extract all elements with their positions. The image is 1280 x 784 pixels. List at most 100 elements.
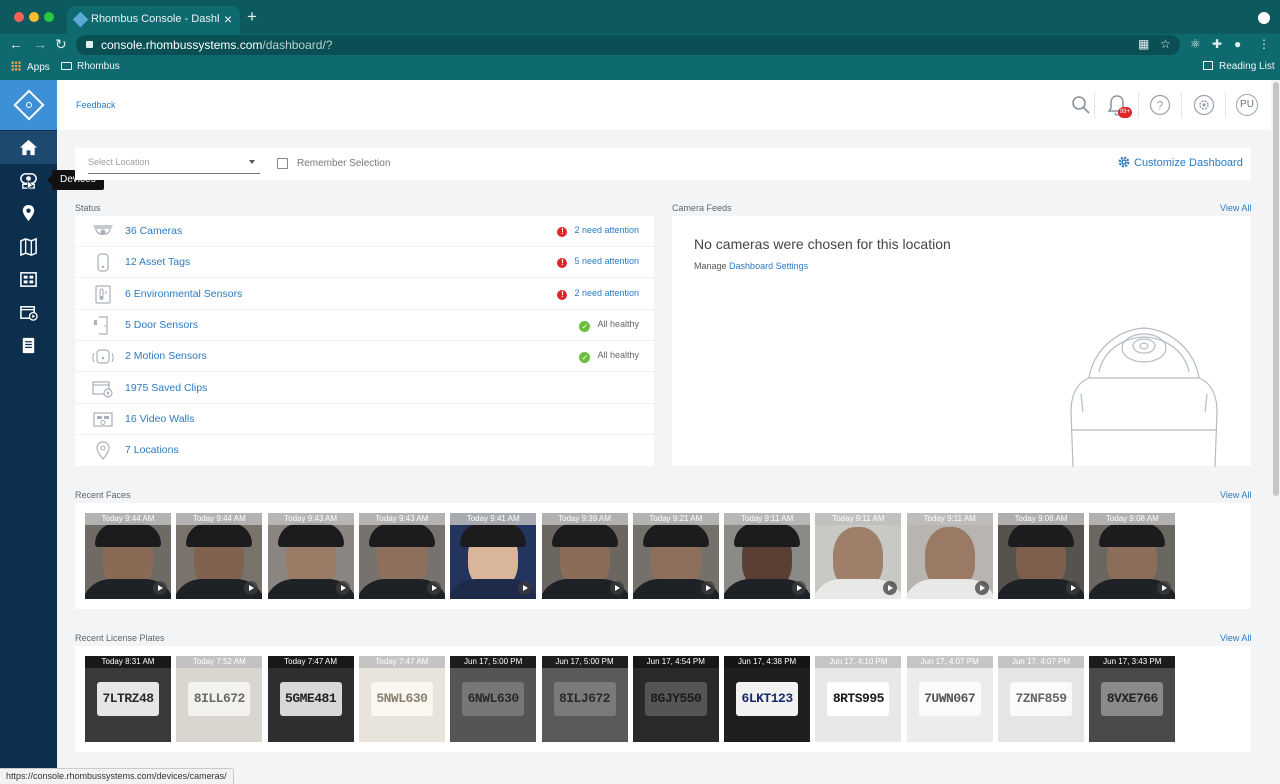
plate-thumbnail[interactable]: 8RTS995 Jun 17, 4:10 PM (815, 656, 902, 742)
play-icon[interactable] (792, 581, 807, 595)
qr-code-icon[interactable]: ▦ (1138, 37, 1149, 51)
status-row-label[interactable]: 6 Environmental Sensors (125, 288, 242, 300)
forward-icon[interactable]: → (33, 36, 47, 52)
face-thumbnail[interactable]: Today 9:11 AM (906, 513, 993, 599)
url-text: console.rhombussystems.com/dashboard/? (101, 38, 333, 52)
status-row[interactable]: 36 Cameras ! 2 need attention (75, 216, 654, 247)
minimize-window-button[interactable] (29, 12, 39, 22)
dashboard-settings-link[interactable]: Dashboard Settings (729, 261, 808, 271)
plate-thumbnail[interactable]: 7UWN067 Jun 17, 4:07 PM (906, 656, 993, 742)
plate-thumbnail[interactable]: 7LTRZ48 Today 8:31 AM (85, 656, 171, 742)
plate-number: 8GJY550 (644, 682, 707, 716)
status-row-label[interactable]: 36 Cameras (125, 225, 182, 237)
face-thumbnail[interactable]: Today 9:11 AM (815, 513, 902, 599)
status-row-label[interactable]: 2 Motion Sensors (125, 350, 207, 362)
camera-feeds-view-all-link[interactable]: View All (1220, 203, 1251, 213)
recent-plates-view-all-link[interactable]: View All (1220, 633, 1251, 643)
status-row-label[interactable]: 16 Video Walls (125, 413, 194, 425)
remember-selection-checkbox[interactable] (277, 158, 288, 169)
page-scrollbar-thumb[interactable] (1273, 82, 1279, 496)
play-icon[interactable] (426, 581, 441, 595)
more-menu-icon[interactable]: ⋮ (1258, 37, 1270, 51)
status-row-label[interactable]: 12 Asset Tags (125, 256, 190, 268)
close-window-button[interactable] (14, 12, 24, 22)
status-row-label[interactable]: 7 Locations (125, 444, 179, 456)
status-row[interactable]: 7 Locations (75, 435, 654, 466)
status-row[interactable]: 2 Motion Sensors ✓ All healthy (75, 341, 654, 373)
remember-selection-label[interactable]: Remember Selection (297, 158, 390, 169)
sidebar-item-video-walls[interactable] (0, 263, 57, 296)
location-select[interactable]: Select Location (88, 157, 260, 174)
bookmark-apps[interactable]: Apps (11, 61, 50, 73)
play-icon[interactable] (1066, 581, 1080, 595)
new-tab-icon[interactable]: + (247, 7, 257, 27)
feedback-link[interactable]: Feedback (76, 100, 116, 110)
play-icon[interactable] (153, 581, 167, 595)
face-thumbnail[interactable]: Today 9:08 AM (1089, 513, 1176, 599)
status-row[interactable]: 5 Door Sensors ✓ All healthy (75, 310, 654, 341)
customize-dashboard-button[interactable]: Customize Dashboard (1118, 156, 1243, 169)
play-icon[interactable] (609, 581, 624, 595)
video-wall-icon (93, 412, 113, 427)
plate-thumbnail[interactable]: 5GME481 Today 7:47 AM (267, 656, 354, 742)
status-attention-link[interactable]: ! 2 need attention (557, 288, 639, 300)
bookmark-star-icon[interactable]: ☆ (1160, 37, 1171, 51)
plate-thumbnail[interactable]: 6LKT123 Jun 17, 4:38 PM (724, 656, 811, 742)
status-attention-link[interactable]: ! 5 need attention (557, 256, 639, 269)
status-row[interactable]: 6 Environmental Sensors ! 2 need attention (75, 279, 654, 310)
status-row-label[interactable]: 1975 Saved Clips (125, 382, 207, 394)
sidebar-item-map[interactable] (0, 230, 57, 263)
face-thumbnail[interactable]: Today 9:44 AM (85, 513, 171, 599)
app-header: Feedback 99+ ? PU (57, 80, 1271, 130)
face-thumbnail[interactable]: Today 9:08 AM (998, 513, 1084, 599)
plate-thumbnail[interactable]: 8ILJ672 Jun 17, 5:00 PM (541, 656, 628, 742)
plate-thumbnail[interactable]: 8GJY550 Jun 17, 4:54 PM (632, 656, 719, 742)
face-thumbnail[interactable]: Today 9:39 AM (541, 513, 628, 599)
browser-toolbar: ← → ↻ console.rhombussystems.com/dashboa… (0, 34, 1280, 56)
reload-icon[interactable]: ↻ (55, 36, 67, 53)
face-thumbnail[interactable]: Today 9:43 AM (358, 513, 445, 599)
plate-thumbnail[interactable]: 5NWL630 Today 7:47 AM (358, 656, 445, 742)
play-icon[interactable] (974, 581, 989, 595)
thumbnail-timestamp: Today 9:44 AM (85, 513, 171, 525)
back-icon[interactable]: ← (9, 36, 23, 52)
user-avatar[interactable]: PU (1236, 94, 1258, 116)
environmental-sensor-icon (95, 284, 111, 304)
face-thumbnail[interactable]: Today 9:43 AM (267, 513, 354, 599)
status-attention-link[interactable]: ! 2 need attention (557, 225, 639, 237)
sidebar-item-saved-clips[interactable] (0, 296, 57, 329)
play-icon[interactable] (700, 581, 715, 595)
search-icon[interactable] (1070, 94, 1092, 116)
plate-thumbnail[interactable]: 8ILL672 Today 7:52 AM (176, 656, 263, 742)
puzzle-extensions-icon[interactable]: ✚ (1212, 37, 1222, 51)
plate-thumbnail[interactable]: 8VXE766 Jun 17, 3:43 PM (1089, 656, 1176, 742)
play-icon[interactable] (335, 581, 350, 595)
tab-close-icon[interactable]: × (224, 11, 232, 27)
sidebar-item-reports[interactable] (0, 329, 57, 362)
sidebar-item-locations[interactable] (0, 197, 57, 230)
status-row-label[interactable]: 5 Door Sensors (125, 319, 198, 331)
sidebar-item-home[interactable] (0, 131, 57, 164)
settings-gear-icon[interactable] (1193, 94, 1215, 116)
help-icon[interactable]: ? (1149, 94, 1171, 116)
tab-search-icon[interactable] (1258, 12, 1270, 24)
face-thumbnail[interactable]: Today 9:41 AM (450, 513, 537, 599)
reading-list-button[interactable]: Reading List (1203, 61, 1275, 72)
plate-thumbnail[interactable]: 7ZNF859 Jun 17, 4:07 PM (998, 656, 1084, 742)
plate-thumbnail[interactable]: 6NWL630 Jun 17, 5:00 PM (450, 656, 537, 742)
status-row[interactable]: 12 Asset Tags ! 5 need attention (75, 247, 654, 279)
profile-icon[interactable]: ● (1234, 37, 1241, 51)
status-row[interactable]: 16 Video Walls (75, 404, 654, 435)
status-row[interactable]: 1975 Saved Clips (75, 373, 654, 404)
face-thumbnail[interactable]: Today 9:21 AM (632, 513, 719, 599)
bookmark-rhombus[interactable]: Rhombus (61, 61, 120, 72)
rhombus-logo[interactable] (0, 80, 57, 130)
face-thumbnail[interactable]: Today 9:11 AM (724, 513, 811, 599)
zoom-window-button[interactable] (44, 12, 54, 22)
recent-faces-view-all-link[interactable]: View All (1220, 490, 1251, 500)
thumbnail-timestamp: Jun 17, 4:54 PM (632, 656, 719, 668)
browser-tab[interactable]: Rhombus Console - Dashboard × (67, 6, 240, 34)
face-thumbnail[interactable]: Today 9:44 AM (176, 513, 263, 599)
extension-icon[interactable]: ⚛ (1190, 37, 1201, 51)
address-bar[interactable]: console.rhombussystems.com/dashboard/? ▦… (76, 35, 1180, 55)
